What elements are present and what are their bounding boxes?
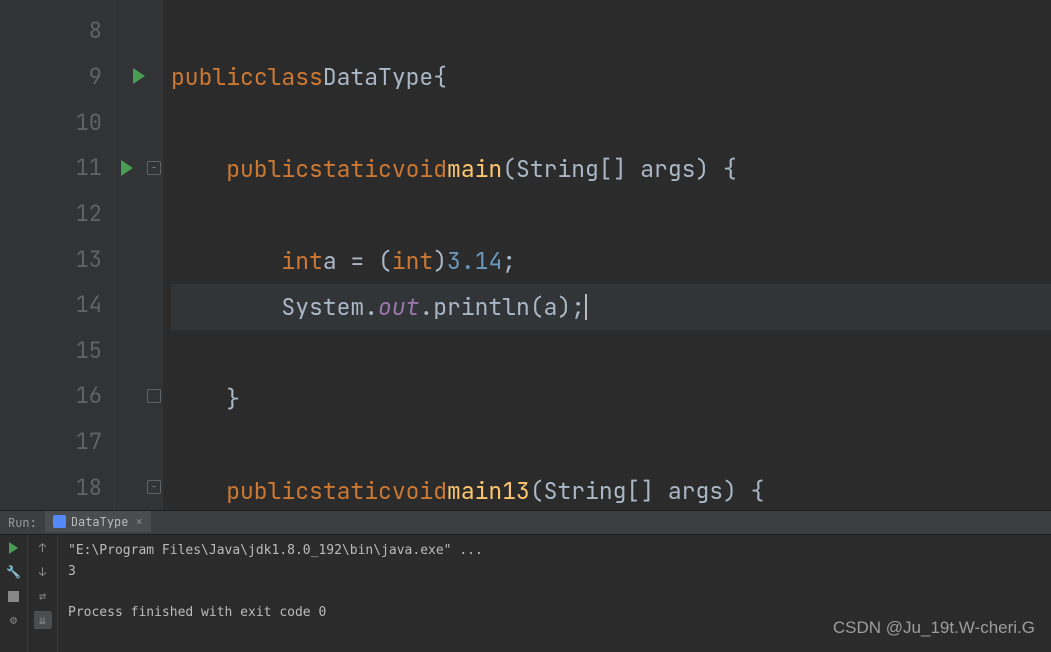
line-number: 12 [62, 199, 102, 228]
line-number: 14 [62, 290, 102, 319]
run-panel-header: Run: DataType × [0, 511, 1051, 535]
fold-collapse-icon[interactable]: − [147, 161, 161, 175]
soft-wrap-icon[interactable]: ⇄ [34, 587, 52, 605]
close-tab-icon[interactable]: × [135, 513, 143, 530]
down-arrow-icon[interactable]: ↓ [34, 563, 52, 581]
line-number: 18 [62, 473, 102, 502]
layout-icon[interactable]: ⚙ [5, 611, 23, 629]
run-tab-name: DataType [71, 514, 129, 530]
line-number: 17 [62, 427, 102, 456]
run-gutter-icon[interactable] [133, 68, 145, 84]
line-number: 11 [62, 153, 102, 182]
line-number: 8 [62, 16, 102, 45]
run-side-toolbar-2: ↑ ↓ ⇄ ⇊ [28, 535, 58, 652]
caret-icon [585, 294, 587, 320]
rerun-button[interactable] [5, 539, 23, 557]
line-number: 15 [62, 336, 102, 365]
gutter-marker-column: − − [115, 0, 163, 510]
code-editor[interactable]: public class DataType { public static vo… [163, 0, 1051, 510]
wrench-icon[interactable]: 🔧 [5, 563, 23, 581]
run-tab[interactable]: DataType × [45, 511, 151, 534]
fold-collapse-icon[interactable]: − [147, 480, 161, 494]
line-number: 10 [62, 108, 102, 137]
fold-end-icon[interactable] [147, 389, 161, 403]
line-number-gutter: 8 9 10 11 12 13 14 15 16 17 18 [0, 0, 115, 510]
scroll-end-icon[interactable]: ⇊ [34, 611, 52, 629]
run-side-toolbar: 🔧 ⚙ [0, 535, 28, 652]
line-number: 13 [62, 245, 102, 274]
line-number: 16 [62, 381, 102, 410]
class-file-icon [53, 515, 66, 528]
line-number: 9 [62, 62, 102, 91]
watermark: CSDN @Ju_19t.W-cheri.G [833, 618, 1035, 638]
up-arrow-icon[interactable]: ↑ [34, 539, 52, 557]
run-label: Run: [0, 515, 45, 531]
run-gutter-icon[interactable] [121, 160, 133, 176]
stop-button[interactable] [5, 587, 23, 605]
